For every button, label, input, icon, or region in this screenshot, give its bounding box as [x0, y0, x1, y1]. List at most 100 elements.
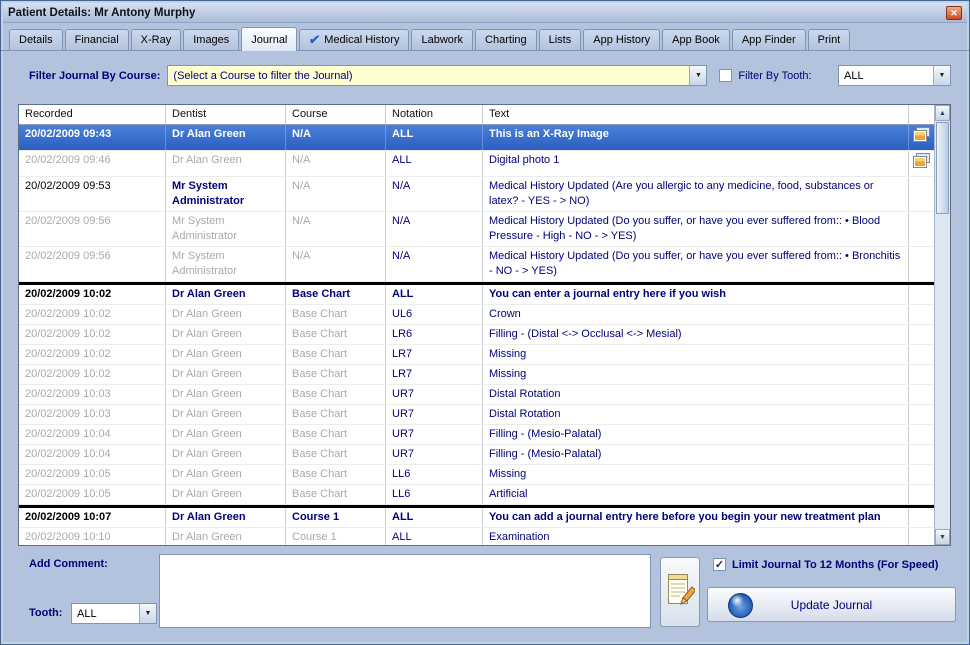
- journal-row[interactable]: 20/02/2009 10:07Dr Alan GreenCourse 1ALL…: [19, 505, 934, 528]
- scrollbar-thumb[interactable]: [936, 122, 949, 214]
- tab-label: Images: [193, 34, 229, 46]
- journal-row[interactable]: 20/02/2009 09:56Mr System AdministratorN…: [19, 212, 934, 247]
- course-filter-combo[interactable]: (Select a Course to filter the Journal) …: [167, 65, 707, 86]
- cell-notation: LR6: [386, 325, 483, 344]
- tab-app-history[interactable]: App History: [583, 29, 660, 50]
- limit-journal-checkbox[interactable]: ✓: [713, 558, 726, 571]
- add-note-button[interactable]: [660, 557, 700, 627]
- cell-text: Medical History Updated (Are you allergi…: [483, 177, 909, 211]
- journal-row[interactable]: 20/02/2009 10:02Dr Alan GreenBase ChartL…: [19, 345, 934, 365]
- tab-print[interactable]: Print: [808, 29, 851, 50]
- tab-label: App Finder: [742, 34, 796, 46]
- notepad-icon: [665, 570, 695, 615]
- cell-notation: UR7: [386, 445, 483, 464]
- tab-labwork[interactable]: Labwork: [411, 29, 473, 50]
- cell-text: Medical History Updated (Do you suffer, …: [483, 212, 909, 246]
- filter-by-tooth-checkbox[interactable]: [719, 69, 732, 82]
- checkmark-icon: ✔: [309, 35, 321, 45]
- journal-row[interactable]: 20/02/2009 10:02Dr Alan GreenBase ChartA…: [19, 282, 934, 305]
- tab-x-ray[interactable]: X-Ray: [131, 29, 182, 50]
- tab-financial[interactable]: Financial: [65, 29, 129, 50]
- course-filter-value: (Select a Course to filter the Journal): [168, 70, 357, 82]
- comment-tooth-dropdown-icon[interactable]: ▼: [139, 604, 156, 623]
- tab-images[interactable]: Images: [183, 29, 239, 50]
- tab-lists[interactable]: Lists: [539, 29, 582, 50]
- cell-attachment: [909, 465, 934, 484]
- cell-course: Course 1: [286, 528, 386, 545]
- column-header-recorded[interactable]: Recorded: [19, 105, 166, 124]
- tab-app-finder[interactable]: App Finder: [732, 29, 806, 50]
- journal-row[interactable]: 20/02/2009 09:46Dr Alan GreenN/AALLDigit…: [19, 151, 934, 177]
- cell-recorded: 20/02/2009 09:56: [19, 247, 166, 281]
- journal-row[interactable]: 20/02/2009 10:05Dr Alan GreenBase ChartL…: [19, 485, 934, 505]
- cell-text: Missing: [483, 465, 909, 484]
- cell-recorded: 20/02/2009 10:02: [19, 345, 166, 364]
- column-header-dentist[interactable]: Dentist: [166, 105, 286, 124]
- close-button[interactable]: ✕: [946, 6, 962, 20]
- tab-details[interactable]: Details: [9, 29, 63, 50]
- cell-dentist: Dr Alan Green: [166, 345, 286, 364]
- cell-notation: LR7: [386, 365, 483, 384]
- cell-attachment: [909, 325, 934, 344]
- journal-row[interactable]: 20/02/2009 10:04Dr Alan GreenBase ChartU…: [19, 445, 934, 465]
- cell-dentist: Dr Alan Green: [166, 285, 286, 304]
- cell-text: You can enter a journal entry here if yo…: [483, 285, 909, 304]
- cell-recorded: 20/02/2009 10:05: [19, 485, 166, 504]
- cell-notation: N/A: [386, 212, 483, 246]
- cell-recorded: 20/02/2009 10:02: [19, 285, 166, 304]
- comment-input[interactable]: [159, 554, 651, 628]
- cell-dentist: Mr System Administrator: [166, 247, 286, 281]
- cell-attachment: [909, 285, 934, 304]
- cell-text: Filling - (Mesio-Palatal): [483, 445, 909, 464]
- photo-icon[interactable]: [913, 153, 930, 174]
- journal-row[interactable]: 20/02/2009 09:56Mr System AdministratorN…: [19, 247, 934, 282]
- journal-row[interactable]: 20/02/2009 09:43Dr Alan GreenN/AALLThis …: [19, 125, 934, 151]
- close-icon: ✕: [950, 8, 958, 18]
- journal-row[interactable]: 20/02/2009 10:03Dr Alan GreenBase ChartU…: [19, 385, 934, 405]
- cell-course: N/A: [286, 177, 386, 211]
- journal-row[interactable]: 20/02/2009 10:04Dr Alan GreenBase ChartU…: [19, 425, 934, 445]
- column-header-notation[interactable]: Notation: [386, 105, 483, 124]
- tab-journal[interactable]: Journal: [241, 27, 297, 51]
- cell-recorded: 20/02/2009 09:56: [19, 212, 166, 246]
- cell-course: Base Chart: [286, 385, 386, 404]
- journal-row[interactable]: 20/02/2009 10:02Dr Alan GreenBase ChartL…: [19, 365, 934, 385]
- comment-tooth-combo[interactable]: ALL ▼: [71, 603, 157, 624]
- limit-journal-group: ✓ Limit Journal To 12 Months (For Speed): [713, 558, 938, 571]
- vertical-scrollbar[interactable]: ▲ ▼: [934, 105, 950, 545]
- tooth-filter-combo[interactable]: ALL ▼: [838, 65, 951, 86]
- journal-row[interactable]: 20/02/2009 10:05Dr Alan GreenBase ChartL…: [19, 465, 934, 485]
- tab-label: App Book: [672, 34, 720, 46]
- cell-dentist: Dr Alan Green: [166, 405, 286, 424]
- journal-row[interactable]: 20/02/2009 10:02Dr Alan GreenBase ChartU…: [19, 305, 934, 325]
- column-header-course[interactable]: Course: [286, 105, 386, 124]
- scroll-down-icon[interactable]: ▼: [935, 529, 950, 545]
- journal-row[interactable]: 20/02/2009 10:02Dr Alan GreenBase ChartL…: [19, 325, 934, 345]
- limit-journal-label: Limit Journal To 12 Months (For Speed): [732, 559, 938, 571]
- tab-charting[interactable]: Charting: [475, 29, 537, 50]
- cell-notation: UR7: [386, 385, 483, 404]
- cell-recorded: 20/02/2009 10:04: [19, 425, 166, 444]
- cell-course: Course 1: [286, 508, 386, 527]
- journal-row[interactable]: 20/02/2009 09:53Mr System AdministratorN…: [19, 177, 934, 212]
- scroll-up-icon[interactable]: ▲: [935, 105, 950, 121]
- journal-row[interactable]: 20/02/2009 10:03Dr Alan GreenBase ChartU…: [19, 405, 934, 425]
- journal-row[interactable]: 20/02/2009 10:10Dr Alan GreenCourse 1ALL…: [19, 528, 934, 545]
- cell-recorded: 20/02/2009 10:10: [19, 528, 166, 545]
- cell-text: Filling - (Distal <-> Occlusal <-> Mesia…: [483, 325, 909, 344]
- tab-app-book[interactable]: App Book: [662, 29, 730, 50]
- cell-text: Medical History Updated (Do you suffer, …: [483, 247, 909, 281]
- tab-medical-history[interactable]: ✔Medical History: [299, 29, 409, 50]
- cell-notation: LR7: [386, 345, 483, 364]
- photo-icon[interactable]: [913, 127, 930, 148]
- cell-course: Base Chart: [286, 345, 386, 364]
- cell-course: Base Chart: [286, 305, 386, 324]
- course-filter-dropdown-icon[interactable]: ▼: [689, 66, 706, 85]
- column-header-text[interactable]: Text: [483, 105, 909, 124]
- tooth-filter-dropdown-icon[interactable]: ▼: [933, 66, 950, 85]
- cell-course: Base Chart: [286, 365, 386, 384]
- update-journal-button[interactable]: Update Journal: [707, 587, 956, 622]
- window-title: Patient Details: Mr Antony Murphy: [8, 7, 195, 19]
- cell-recorded: 20/02/2009 10:03: [19, 405, 166, 424]
- cell-notation: ALL: [386, 125, 483, 150]
